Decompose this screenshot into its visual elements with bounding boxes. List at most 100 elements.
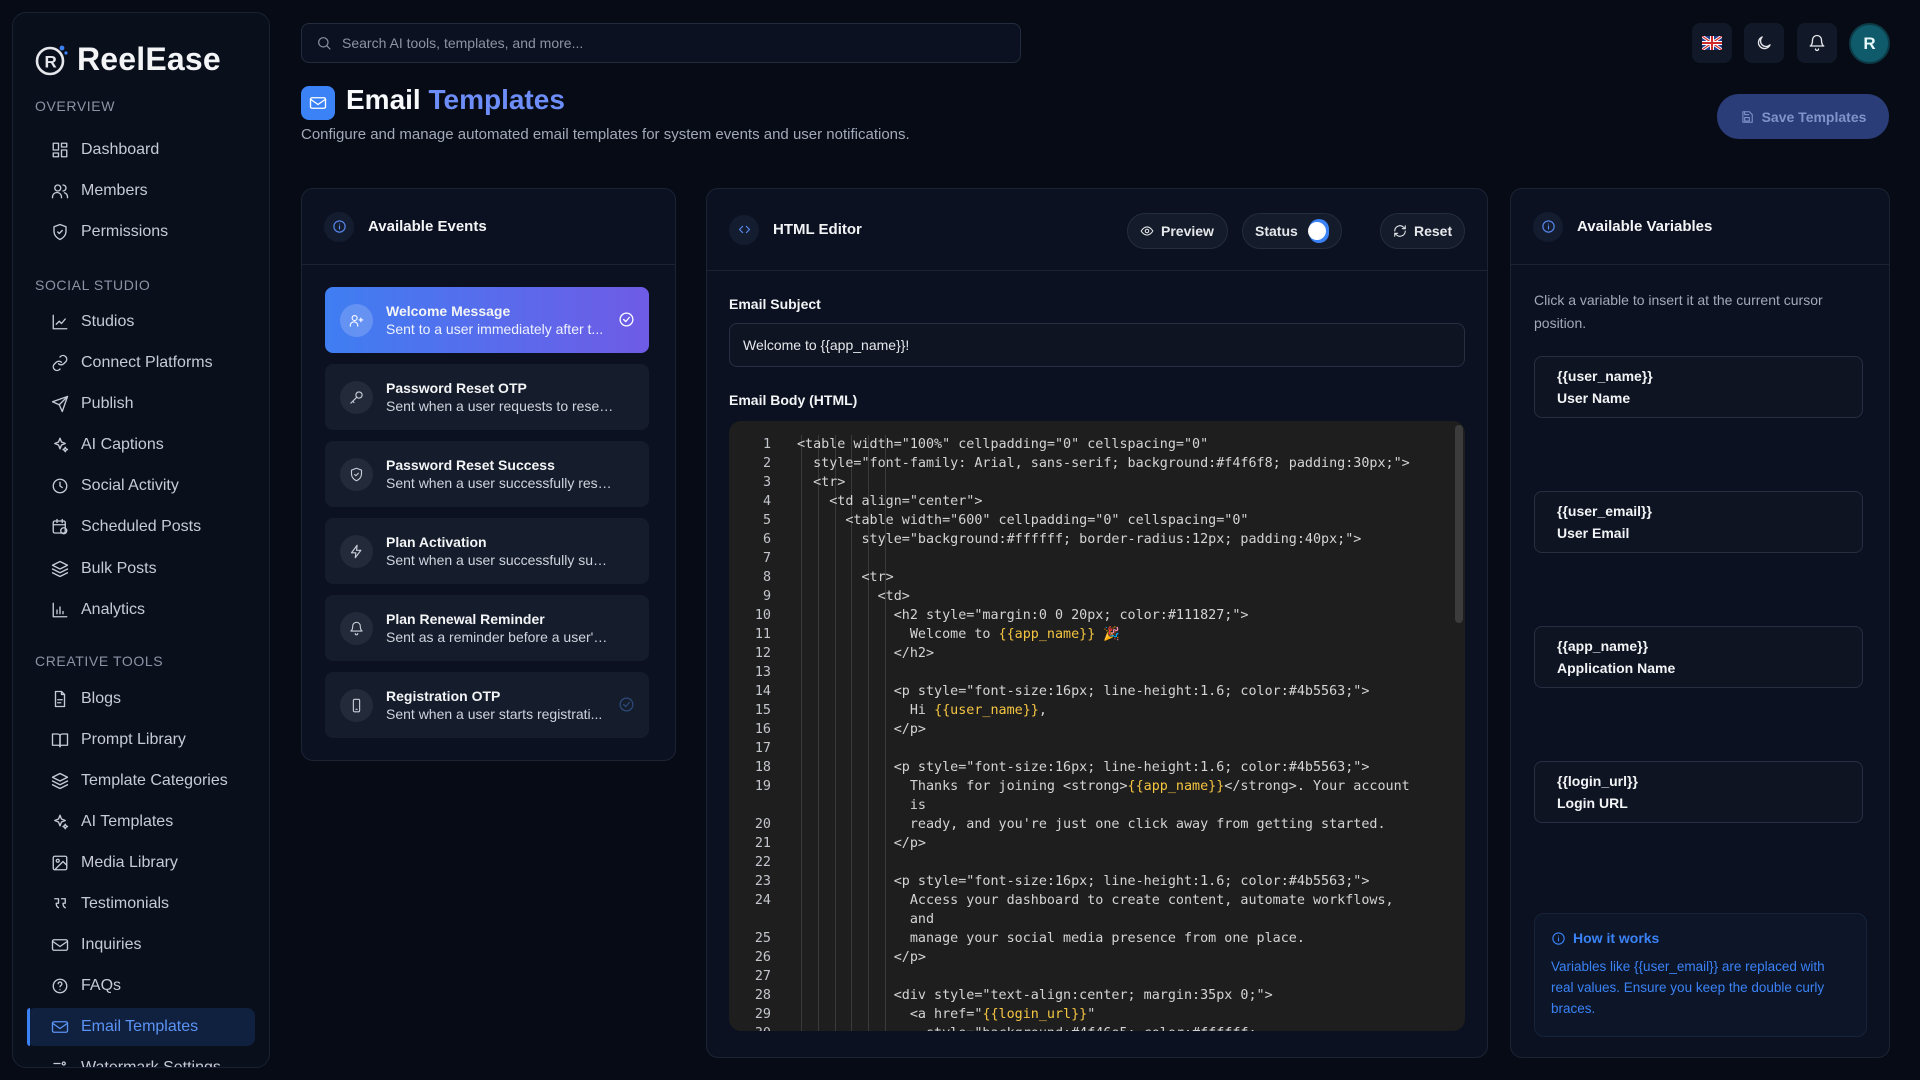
line-number: 11 <box>754 627 771 642</box>
sidebar-item-label: Social Activity <box>81 477 179 494</box>
code-line: 29 <a href="{{login_url}}" <box>729 1005 1449 1024</box>
save-templates-button[interactable]: Save Templates <box>1717 94 1889 139</box>
editor-card: HTML Editor Preview Status Reset Email S… <box>706 188 1488 1058</box>
line-text: <p style="font-size:16px; line-height:1.… <box>797 684 1370 699</box>
code-line: 18 <p style="font-size:16px; line-height… <box>729 758 1449 777</box>
variable-login-url[interactable]: {{login_url}} Login URL <box>1534 761 1863 823</box>
layers-icon <box>51 772 69 790</box>
language-button[interactable] <box>1692 23 1732 63</box>
sidebar-item-media-library[interactable]: Media Library <box>27 844 255 882</box>
line-number: 18 <box>754 760 771 775</box>
sidebar-item-studios[interactable]: Studios <box>27 303 255 341</box>
sidebar-item-scheduled-posts[interactable]: Scheduled Posts <box>27 508 255 546</box>
line-text: <h2 style="margin:0 0 20px; color:#11182… <box>797 608 1249 623</box>
mail-icon <box>51 936 69 954</box>
event-plan-renewal-reminder[interactable]: Plan Renewal Reminder Sent as a reminder… <box>325 595 649 661</box>
code-line: 1 <table width="100%" cellpadding="0" cel… <box>729 435 1449 454</box>
avatar[interactable]: R <box>1849 23 1890 64</box>
event-desc: Sent when a user successfully subscr... <box>386 552 614 568</box>
sidebar-item-blogs[interactable]: Blogs <box>27 680 255 718</box>
sidebar-item-ai-templates[interactable]: AI Templates <box>27 803 255 841</box>
variable-token: {{app_name}} <box>1557 638 1649 654</box>
page-mail-icon <box>301 86 335 120</box>
code-line: 7 <box>729 549 1449 568</box>
variable-label: User Email <box>1557 525 1630 541</box>
line-text: <td> <box>797 589 910 604</box>
reset-button[interactable]: Reset <box>1380 213 1465 249</box>
line-number: 13 <box>754 665 771 680</box>
sidebar-item-faqs[interactable]: FAQs <box>27 967 255 1005</box>
events-card-header: Available Events <box>302 189 675 265</box>
event-welcome-message[interactable]: Welcome Message Sent to a user immediate… <box>325 287 649 353</box>
link-icon <box>51 354 69 372</box>
brand[interactable]: R ReelEase <box>35 41 221 78</box>
line-number: 20 <box>754 817 771 832</box>
sidebar-item-bulk-posts[interactable]: Bulk Posts <box>27 550 255 588</box>
sidebar-item-label: AI Templates <box>81 813 174 830</box>
variable-app-name[interactable]: {{app_name}} Application Name <box>1534 626 1863 688</box>
how-title-text: How it works <box>1573 930 1660 946</box>
line-text: </p> <box>797 836 926 851</box>
variable-token: {{user_name}} <box>1557 368 1653 384</box>
search-input[interactable]: Search AI tools, templates, and more... <box>301 23 1021 63</box>
sidebar-item-social-activity[interactable]: Social Activity <box>27 467 255 505</box>
preview-button[interactable]: Preview <box>1127 213 1228 249</box>
bar-chart-icon <box>51 601 69 619</box>
notifications-button[interactable] <box>1797 23 1837 63</box>
event-registration-otp[interactable]: Registration OTP Sent when a user starts… <box>325 672 649 738</box>
sidebar-item-label: Members <box>81 182 148 199</box>
variable-user-name[interactable]: {{user_name}} User Name <box>1534 356 1863 418</box>
sidebar-item-label: Email Templates <box>81 1018 199 1035</box>
sidebar-item-label: FAQs <box>81 977 122 994</box>
sidebar-item-members[interactable]: Members <box>27 172 255 210</box>
sidebar-item-watermark-settings[interactable]: Watermark Settings <box>27 1049 255 1067</box>
email-subject-field[interactable]: Welcome to {{app_name}}! <box>729 323 1465 367</box>
mail-icon <box>51 1018 69 1036</box>
code-editor[interactable]: 1 <table width="100%" cellpadding="0" cel… <box>729 421 1465 1031</box>
code-line: 13 <box>729 663 1449 682</box>
sidebar-item-publish[interactable]: Publish <box>27 385 255 423</box>
sidebar-item-analytics[interactable]: Analytics <box>27 591 255 629</box>
variable-label: Application Name <box>1557 660 1676 676</box>
line-number: 25 <box>754 931 771 946</box>
sidebar-item-ai-captions[interactable]: AI Captions <box>27 426 255 464</box>
sidebar-item-permissions[interactable]: Permissions <box>27 213 255 251</box>
line-number: 8 <box>762 570 771 585</box>
sparkles-icon <box>51 813 69 831</box>
quote-icon <box>51 895 69 913</box>
line-text: Hi {{user_name}}, <box>797 703 1047 718</box>
line-number: 3 <box>762 475 771 490</box>
shield-icon <box>51 223 69 241</box>
line-text: Welcome to {{app_name}} 🎉 <box>797 627 1121 642</box>
line-number: 7 <box>762 551 771 566</box>
code-scrollbar[interactable] <box>1455 425 1463 623</box>
sidebar-item-template-categories[interactable]: Template Categories <box>27 762 255 800</box>
event-password-reset-otp[interactable]: Password Reset OTP Sent when a user requ… <box>325 364 649 430</box>
code-icon <box>729 214 759 245</box>
editor-title: HTML Editor <box>773 221 862 238</box>
line-text: </h2> <box>797 646 935 661</box>
sidebar-item-prompt-library[interactable]: Prompt Library <box>27 721 255 759</box>
status-toggle-group: Status <box>1242 213 1342 249</box>
sidebar-item-label: Scheduled Posts <box>81 518 202 535</box>
line-text: </p> <box>797 950 926 965</box>
theme-toggle-button[interactable] <box>1744 23 1784 63</box>
sidebar-item-email-templates[interactable]: Email Templates <box>27 1008 255 1046</box>
variable-token: {{user_email}} <box>1557 503 1652 519</box>
sidebar-item-testimonials[interactable]: Testimonials <box>27 885 255 923</box>
event-password-reset-success[interactable]: Password Reset Success Sent when a user … <box>325 441 649 507</box>
event-plan-activation[interactable]: Plan Activation Sent when a user success… <box>325 518 649 584</box>
send-icon <box>51 395 69 413</box>
line-number: 9 <box>762 589 771 604</box>
sidebar-item-dashboard[interactable]: Dashboard <box>27 131 255 169</box>
event-title: Welcome Message <box>386 303 511 319</box>
code-line: 27 <box>729 967 1449 986</box>
sidebar-item-inquiries[interactable]: Inquiries <box>27 926 255 964</box>
code-line: 5 <table width="600" cellpadding="0" cel… <box>729 511 1449 530</box>
status-toggle[interactable] <box>1307 219 1329 243</box>
variable-user-email[interactable]: {{user_email}} User Email <box>1534 491 1863 553</box>
code-line: 12 </h2> <box>729 644 1449 663</box>
sidebar-item-connect-platforms[interactable]: Connect Platforms <box>27 344 255 382</box>
line-number: 24 <box>754 893 771 908</box>
variable-token: {{login_url}} <box>1557 773 1638 789</box>
